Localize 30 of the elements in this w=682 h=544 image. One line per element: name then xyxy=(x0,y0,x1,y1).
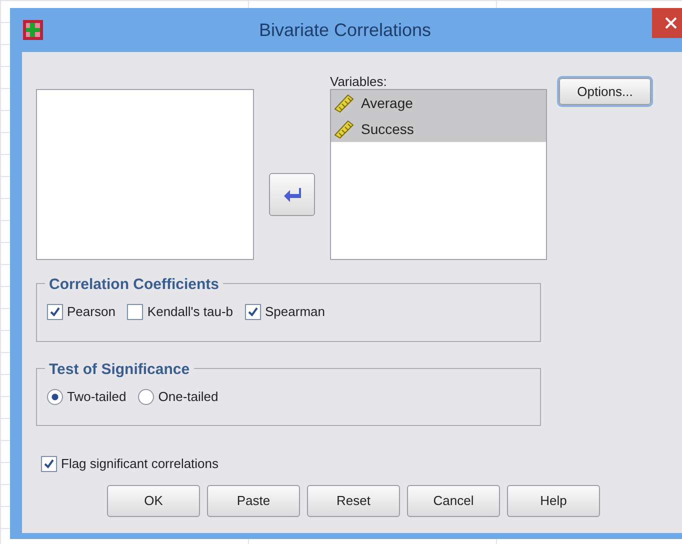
variables-label: Variables: xyxy=(330,74,388,89)
options-button[interactable]: Options... xyxy=(559,78,651,105)
checkbox[interactable] xyxy=(245,304,262,320)
checkbox[interactable] xyxy=(47,304,63,320)
checkbox-label: Pearson xyxy=(67,303,116,321)
checkbox[interactable] xyxy=(127,304,144,320)
dialog-button[interactable]: OK xyxy=(107,484,200,516)
close-icon xyxy=(665,17,677,29)
dialog-button[interactable]: Reset xyxy=(307,484,400,516)
dialog-button[interactable]: Cancel xyxy=(407,484,500,516)
variables-list[interactable]: Average Success xyxy=(330,89,547,260)
checkbox[interactable] xyxy=(41,456,57,472)
arrow-icon xyxy=(283,186,301,202)
variable-item[interactable]: Average xyxy=(331,90,546,116)
ruler-icon xyxy=(333,119,355,139)
dialog-button[interactable]: Help xyxy=(507,484,600,516)
app-icon xyxy=(22,19,44,41)
radio-button[interactable] xyxy=(47,388,63,405)
checkbox-label: Flag significant correlations xyxy=(61,455,219,473)
radio-label: Two-tailed xyxy=(67,388,126,406)
checkbox-label: Spearman xyxy=(265,303,325,321)
radio-label: One-tailed xyxy=(158,388,218,406)
checkbox-label: Kendall's tau-b xyxy=(147,303,234,321)
ruler-icon xyxy=(333,93,355,113)
close-button[interactable] xyxy=(652,8,682,38)
radio-button[interactable] xyxy=(138,388,154,405)
window-title: Bivariate Correlations xyxy=(258,18,432,42)
dialog-button[interactable]: Paste xyxy=(207,484,300,516)
move-button[interactable] xyxy=(269,172,315,216)
variable-item[interactable]: Success xyxy=(331,116,546,142)
